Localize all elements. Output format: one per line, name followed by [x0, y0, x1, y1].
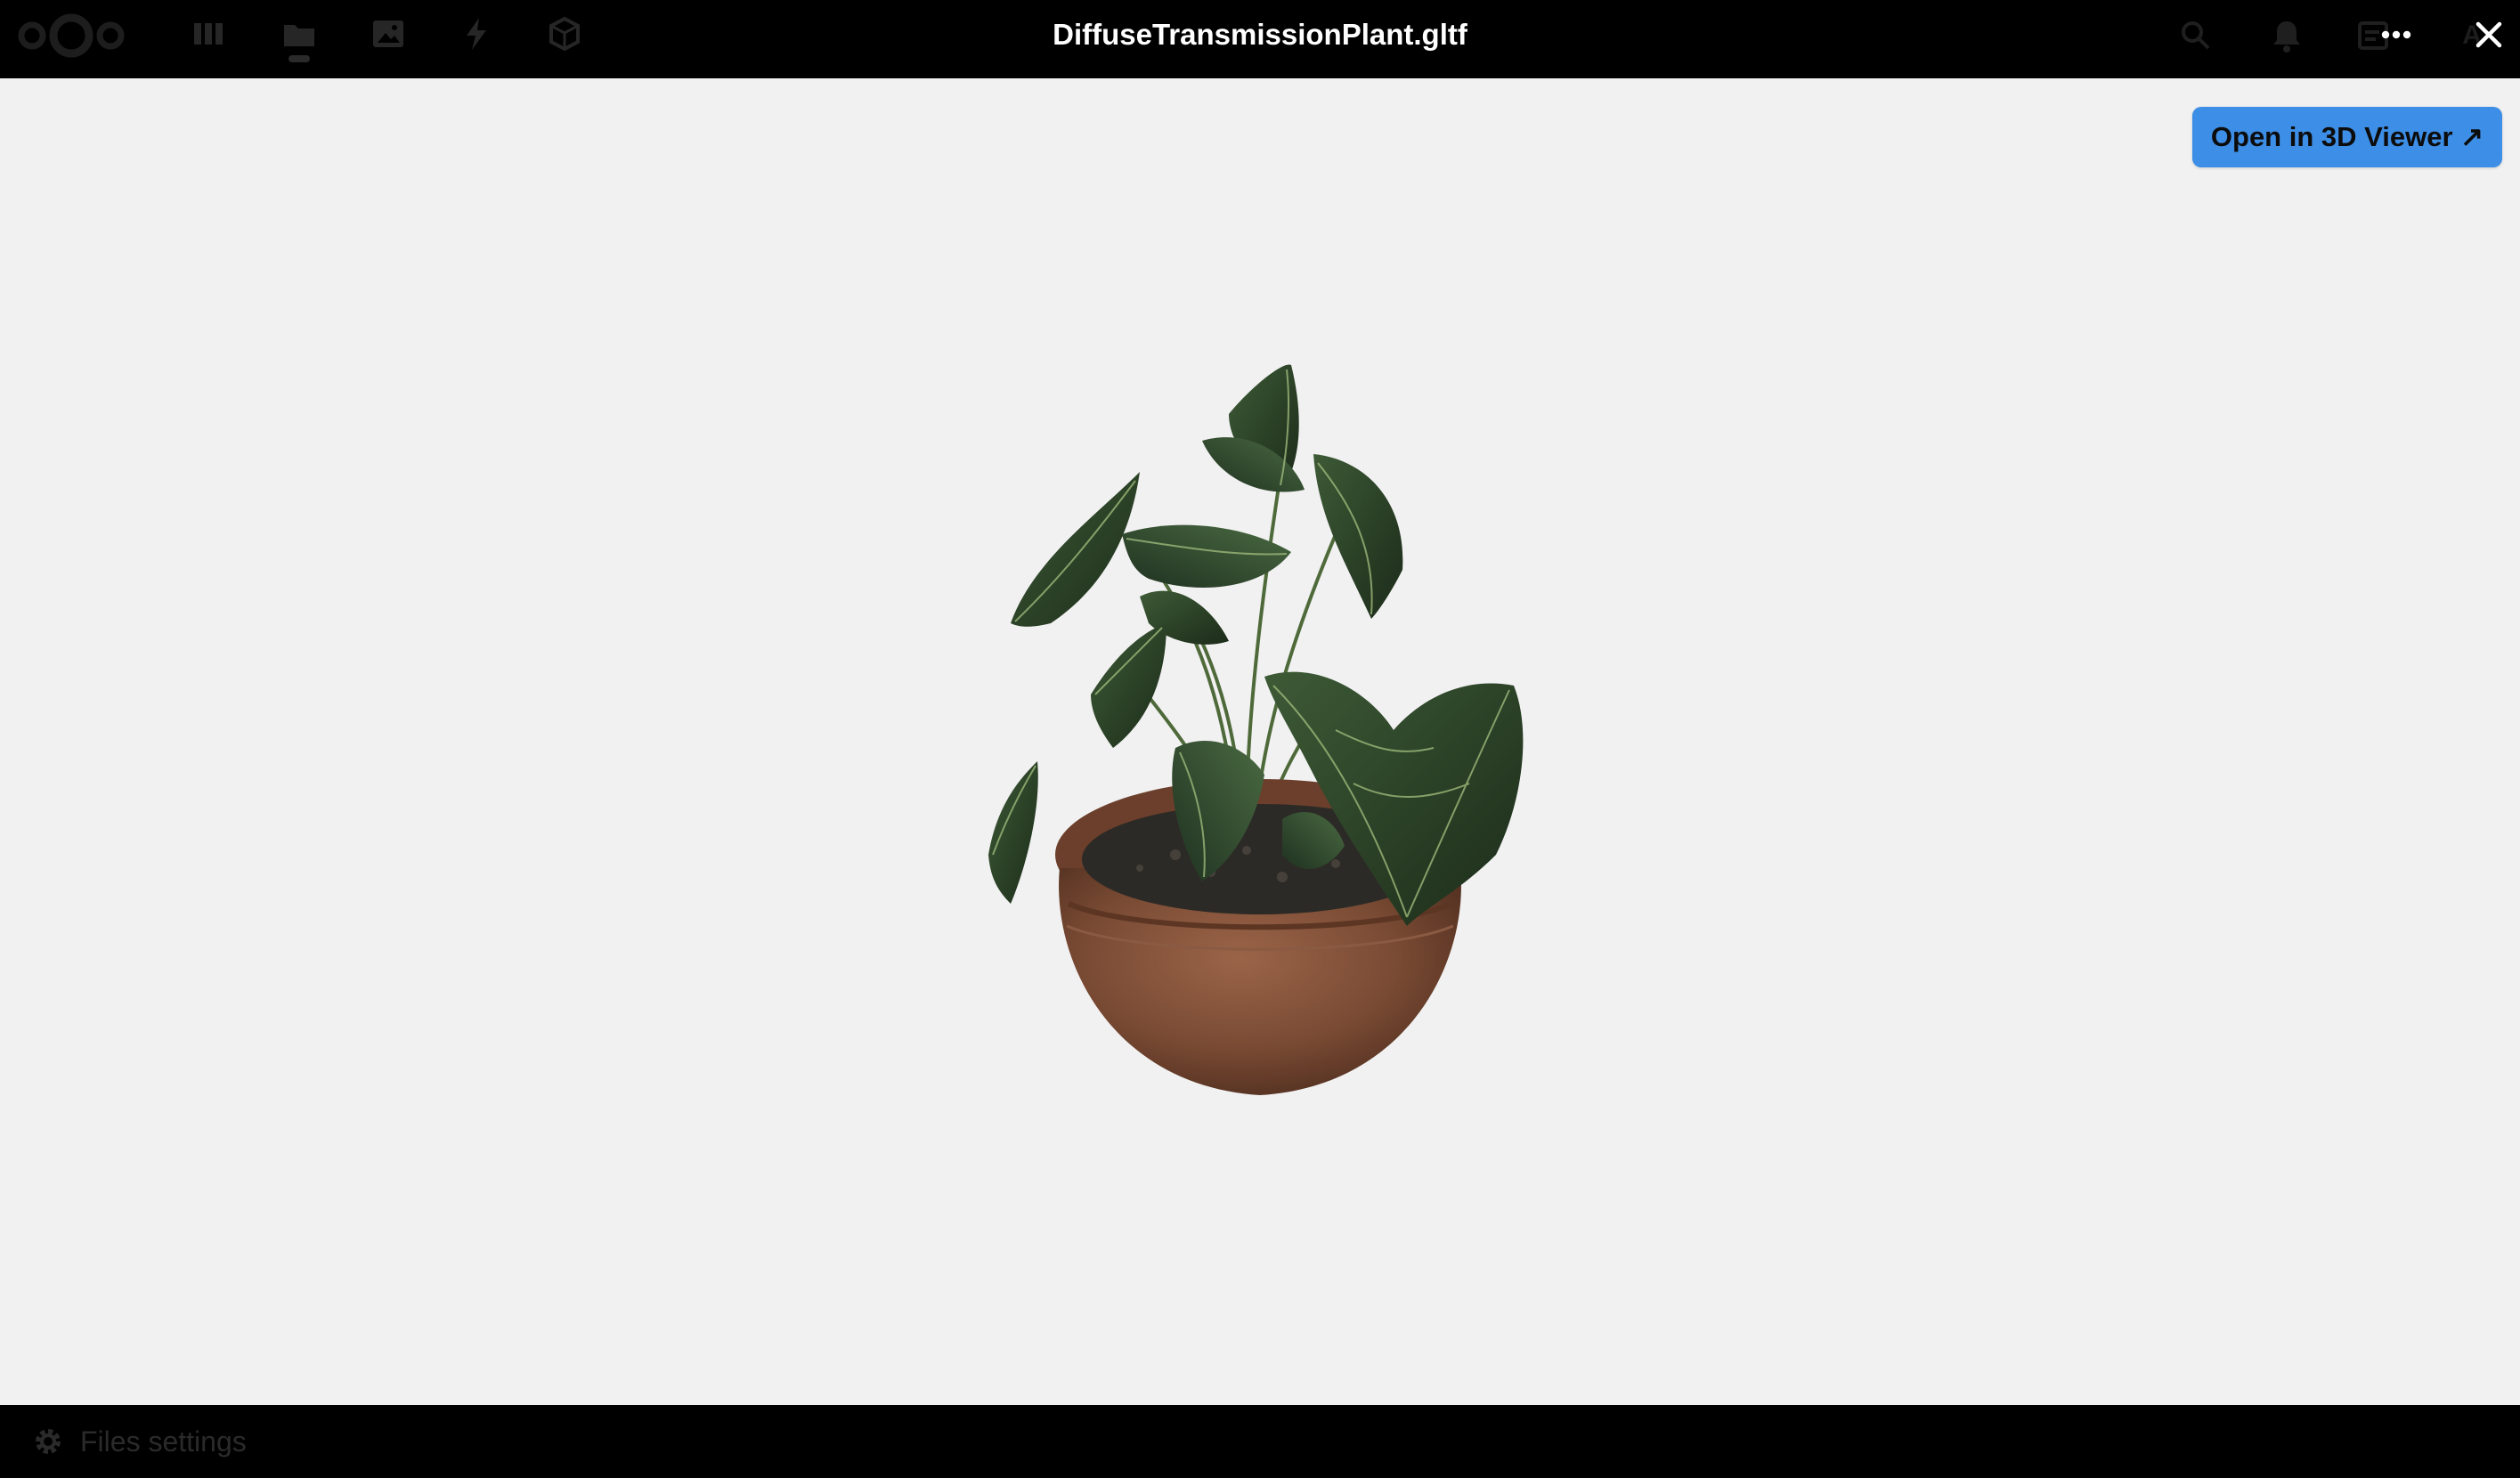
- active-app-indicator: [289, 55, 310, 62]
- model-viewer[interactable]: Open in 3D Viewer ↗: [0, 78, 2520, 1405]
- files-settings-button[interactable]: Files settings: [32, 1423, 247, 1460]
- more-options-icon[interactable]: [2374, 12, 2418, 57]
- notifications-icon[interactable]: [2269, 18, 2305, 53]
- nextcloud-logo[interactable]: [16, 9, 126, 62]
- files-icon[interactable]: [281, 16, 317, 52]
- gear-icon: [36, 1429, 61, 1454]
- activity-icon[interactable]: [459, 16, 495, 52]
- files-settings-label: Files settings: [80, 1425, 247, 1458]
- close-icon[interactable]: [2465, 11, 2513, 59]
- photos-icon[interactable]: [370, 16, 406, 52]
- open-in-3d-viewer-button[interactable]: Open in 3D Viewer ↗: [2192, 107, 2502, 167]
- footer-bar: Files settings: [0, 1405, 2520, 1478]
- potted-plant-model: [988, 364, 1524, 1095]
- header-bar: DiffuseTransmissionPlant.gltf A: [0, 0, 2520, 78]
- dashboard-icon[interactable]: [191, 16, 226, 52]
- search-icon[interactable]: [2178, 18, 2214, 53]
- 3d-viewer-icon[interactable]: [547, 16, 582, 52]
